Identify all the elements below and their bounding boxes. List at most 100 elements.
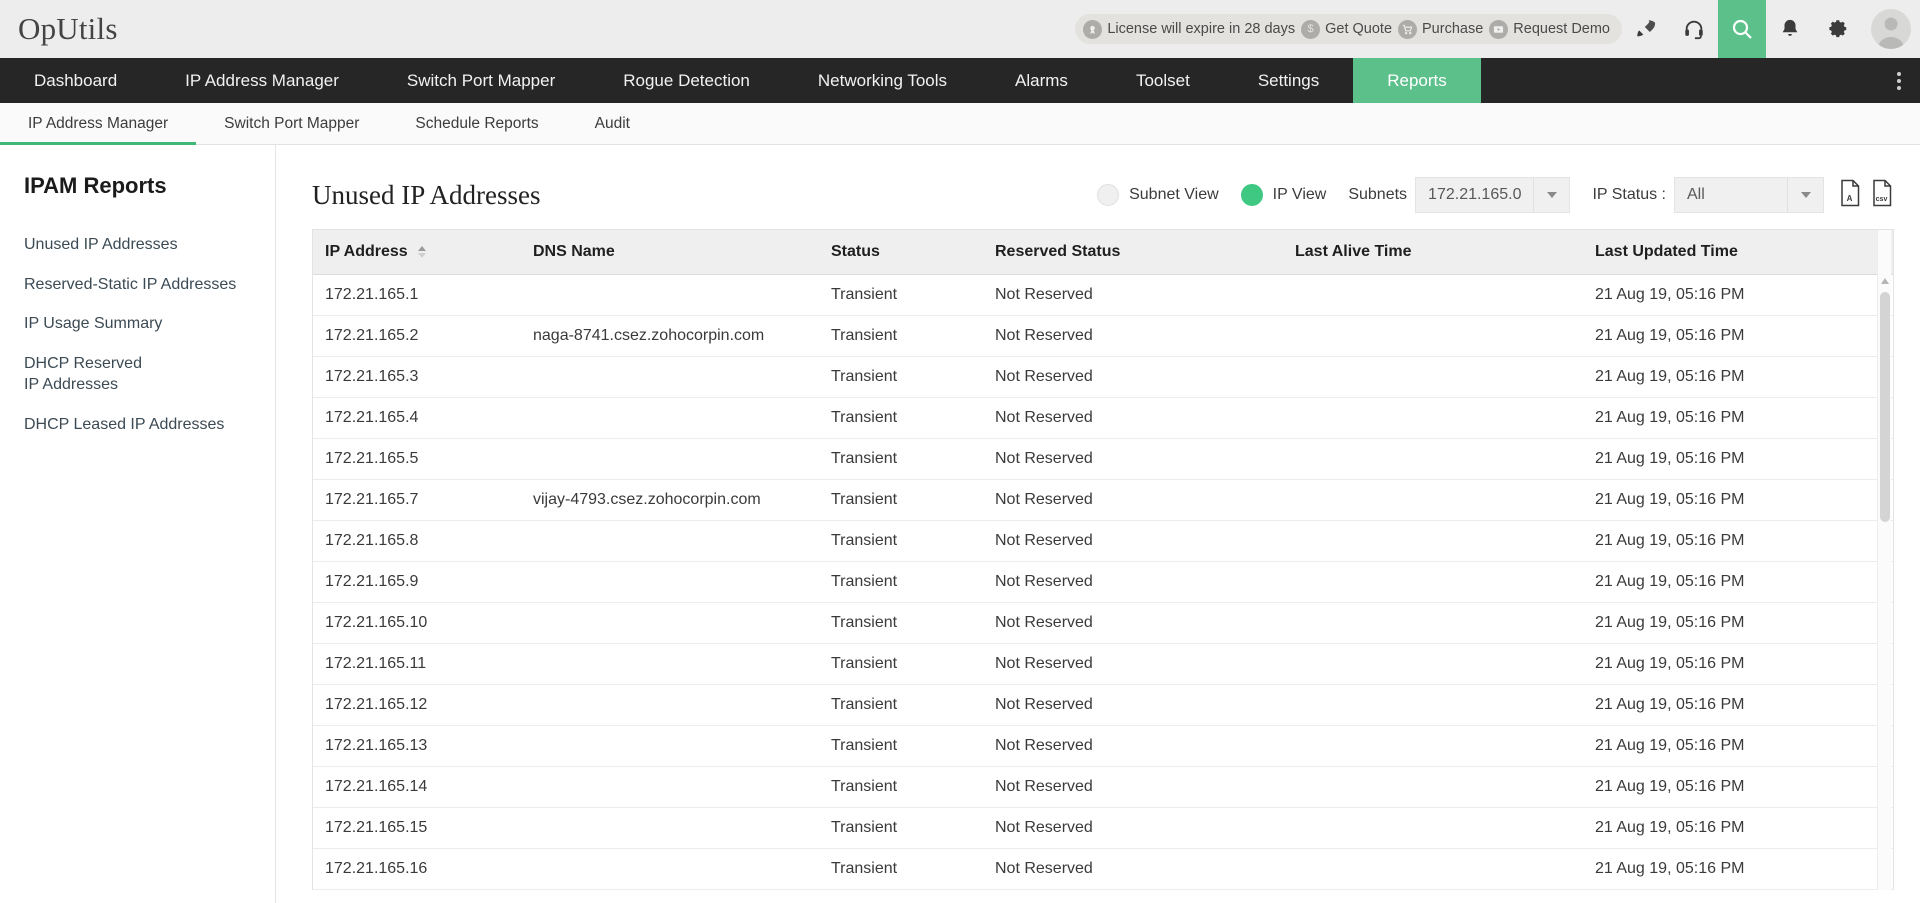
table-cell-status: Transient [819,274,983,316]
nav-reports[interactable]: Reports [1353,58,1481,103]
table-cell-updated: 21 Aug 19, 05:16 PM [1583,315,1893,357]
table-row[interactable]: 172.21.165.15 Transient Not Reserved 21 Aug… [313,807,1893,849]
table-row[interactable]: 172.21.165.7 vijay-4793.csez.zohocorpin.c… [313,479,1893,521]
table-cell-ip: 172.21.165.4 [313,397,521,439]
subnets-select[interactable]: 172.21.165.0 [1415,177,1571,213]
table-row[interactable]: 172.21.165.13 Transient Not Reserved 21 Aug… [313,725,1893,767]
sidebar-item-dhcp-reserved-ip-addresses[interactable]: DHCP Reserved IP Addresses [0,344,170,405]
nav-alarms[interactable]: Alarms [981,58,1102,103]
table-row[interactable]: 172.21.165.11 Transient Not Reserved 21 Aug… [313,643,1893,685]
table-scrollbar[interactable] [1877,230,1891,890]
table-cell-updated: 21 Aug 19, 05:16 PM [1583,438,1893,480]
table-cell-status: Transient [819,602,983,644]
table-cell-status: Transient [819,438,983,480]
headset-icon[interactable] [1670,0,1718,58]
nav-switch-port-mapper[interactable]: Switch Port Mapper [373,58,589,103]
scrollbar-thumb[interactable] [1880,292,1890,522]
table-cell-ip: 172.21.165.11 [313,643,521,685]
table-cell-alive [1283,725,1583,767]
gear-icon[interactable] [1814,0,1862,58]
page-title: Unused IP Addresses [312,179,541,210]
table-cell-reserved: Not Reserved [983,274,1283,316]
subnav-audit[interactable]: Audit [567,103,658,144]
nav-settings[interactable]: Settings [1224,58,1353,103]
column-header-dns-name[interactable]: DNS Name [521,230,819,275]
column-header-reserved-status[interactable]: Reserved Status [983,230,1283,275]
table-row[interactable]: 172.21.165.2 naga-8741.csez.zohocorpin.co… [313,315,1893,357]
table-cell-reserved: Not Reserved [983,438,1283,480]
subnav-schedule-reports[interactable]: Schedule Reports [387,103,566,144]
sidebar-item-ip-usage-summary[interactable]: IP Usage Summary [0,304,275,344]
table-row[interactable]: 172.21.165.16 Transient Not Reserved 21 Aug… [313,848,1893,890]
table-cell-updated: 21 Aug 19, 05:16 PM [1583,479,1893,521]
export-pdf-icon[interactable]: A [1838,179,1862,212]
table-row[interactable]: 172.21.165.10 Transient Not Reserved 21 Aug… [313,602,1893,644]
table-cell-ip: 172.21.165.16 [313,848,521,890]
scroll-up-icon[interactable] [1881,278,1889,284]
subnet-view-radio[interactable] [1097,184,1120,206]
bell-icon[interactable] [1766,0,1814,58]
purchase-link[interactable]: Purchase [1398,19,1483,39]
column-label-ip-address: IP Address [325,243,408,260]
search-icon[interactable] [1718,0,1766,58]
request-demo-link[interactable]: Request Demo [1489,19,1610,39]
table-cell-alive [1283,356,1583,398]
app-logo[interactable]: OpUtils [0,11,118,47]
nav-ip-address-manager[interactable]: IP Address Manager [151,58,373,103]
subnets-selected-value: 172.21.165.0 [1428,186,1522,203]
table-cell-dns [521,766,819,808]
ip-status-label: IP Status : [1592,186,1666,203]
table-cell-status: Transient [819,397,983,439]
subnav-switch-port-mapper[interactable]: Switch Port Mapper [196,103,387,144]
svg-text:csv: csv [1876,196,1888,203]
nav-toolset[interactable]: Toolset [1102,58,1224,103]
sidebar-item-dhcp-leased-ip-addresses[interactable]: DHCP Leased IP Addresses [0,405,275,445]
table-row[interactable]: 172.21.165.12 Transient Not Reserved 21 Aug… [313,684,1893,726]
avatar[interactable] [1862,0,1920,58]
column-header-last-alive-time[interactable]: Last Alive Time [1283,230,1583,275]
get-quote-link[interactable]: $ Get Quote [1301,19,1392,39]
sidebar-item-unused-ip-addresses[interactable]: Unused IP Addresses [0,225,275,265]
table-cell-reserved: Not Reserved [983,561,1283,603]
column-header-ip-address[interactable]: IP Address [313,230,521,275]
table-cell-ip: 172.21.165.8 [313,520,521,562]
table-row[interactable]: 172.21.165.14 Transient Not Reserved 21 Aug… [313,766,1893,808]
table-row[interactable]: 172.21.165.9 Transient Not Reserved 21 Aug … [313,561,1893,603]
sidebar-item-reserved-static-ip-addresses[interactable]: Reserved-Static IP Addresses [0,265,275,305]
page-body: IPAM Reports Unused IP Addresses Reserve… [0,145,1920,903]
rocket-icon[interactable] [1622,0,1670,58]
table-cell-reserved: Not Reserved [983,684,1283,726]
table-cell-ip: 172.21.165.14 [313,766,521,808]
nav-dashboard[interactable]: Dashboard [0,58,151,103]
table-cell-updated: 21 Aug 19, 05:16 PM [1583,274,1893,316]
content-area: Unused IP Addresses Subnet View IP View … [276,145,1920,903]
report-table-container: IP Address DNS Name Status Reserved Stat… [312,229,1894,890]
ip-view-radio[interactable] [1240,184,1263,206]
export-csv-icon[interactable]: csv [1870,179,1894,212]
nav-networking-tools[interactable]: Networking Tools [784,58,981,103]
sort-ascending-icon[interactable] [418,245,427,258]
dollar-icon: $ [1301,19,1321,39]
table-row[interactable]: 172.21.165.3 Transient Not Reserved 21 Aug … [313,356,1893,398]
ip-status-select[interactable]: All [1674,177,1824,213]
table-row[interactable]: 172.21.165.8 Transient Not Reserved 21 Aug … [313,520,1893,562]
column-header-status[interactable]: Status [819,230,983,275]
more-options-icon[interactable] [1878,58,1920,103]
license-status[interactable]: License will expire in 28 days [1083,19,1295,39]
subnav-ip-address-manager[interactable]: IP Address Manager [0,103,197,145]
subnet-view-label[interactable]: Subnet View [1129,186,1219,204]
sidebar: IPAM Reports Unused IP Addresses Reserve… [0,145,276,903]
table-cell-alive [1283,520,1583,562]
table-cell-status: Transient [819,520,983,562]
table-cell-status: Transient [819,561,983,603]
table-row[interactable]: 172.21.165.1 Transient Not Reserved 21 Aug … [313,274,1893,316]
column-header-last-updated-time[interactable]: Last Updated Time [1583,230,1893,275]
table-cell-status: Transient [819,766,983,808]
table-cell-status: Transient [819,725,983,767]
table-row[interactable]: 172.21.165.5 Transient Not Reserved 21 Aug … [313,438,1893,480]
nav-rogue-detection[interactable]: Rogue Detection [589,58,784,103]
table-cell-ip: 172.21.165.10 [313,602,521,644]
table-row[interactable]: 172.21.165.4 Transient Not Reserved 21 Aug … [313,397,1893,439]
table-cell-dns [521,438,819,480]
ip-view-label[interactable]: IP View [1273,186,1327,204]
